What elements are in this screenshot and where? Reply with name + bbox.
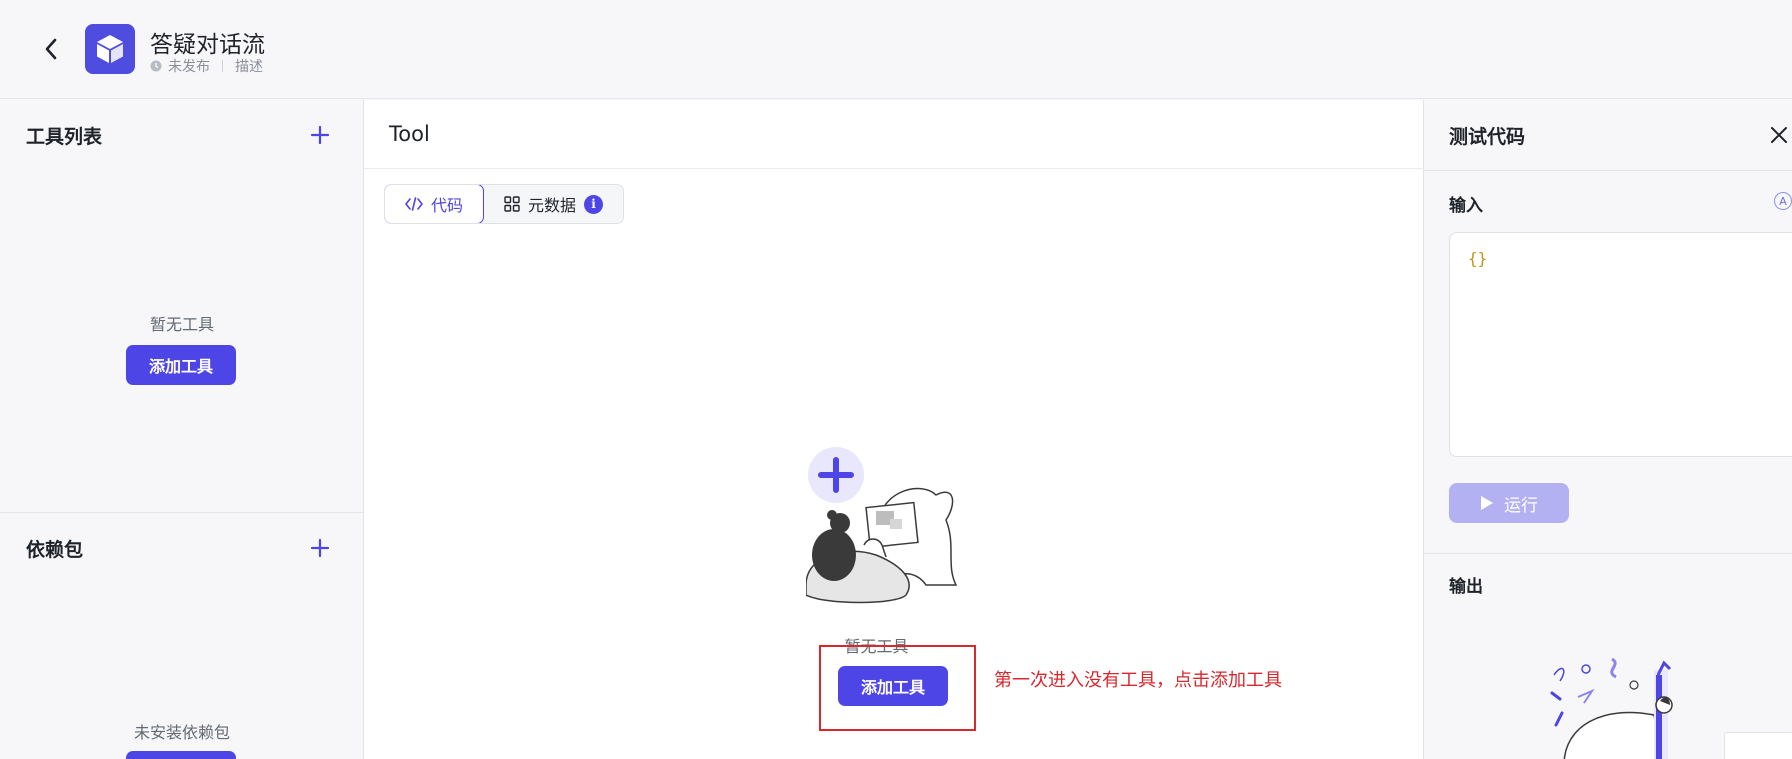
tab-code[interactable]: 代码: [385, 185, 485, 223]
clock-icon: [150, 60, 162, 72]
right-divider-top: [1424, 170, 1792, 171]
minimap-thumbnail[interactable]: [1724, 732, 1792, 759]
left-divider: [0, 512, 364, 513]
info-icon[interactable]: i: [584, 194, 604, 214]
annotation-text: 第一次进入没有工具，点击添加工具: [994, 670, 1282, 691]
test-code-title: 测试代码: [1449, 126, 1526, 148]
tools-empty-text: 暂无工具: [149, 315, 214, 334]
left-add-tool-button[interactable]: 添加工具: [126, 345, 236, 385]
app-title: 答疑对话流: [150, 32, 265, 58]
annotation-highlight-box: [819, 645, 976, 731]
right-divider-mid: [1424, 553, 1792, 554]
empty-tools-illustration: [806, 447, 958, 604]
grid-icon: [504, 196, 520, 212]
left-panel: 工具列表 暂无工具 添加工具 依赖包 未安装依赖包: [0, 100, 364, 759]
input-label: 输入: [1449, 196, 1483, 216]
app-meta: 未发布 描述: [150, 56, 263, 76]
output-label: 输出: [1449, 577, 1483, 597]
add-dependency-plus-button[interactable]: [307, 535, 333, 561]
chevron-left-icon: [45, 38, 57, 60]
run-button-label: 运行: [1504, 495, 1538, 516]
back-button[interactable]: [36, 34, 66, 64]
tab-metadata-label: 元数据: [528, 196, 577, 215]
format-icon[interactable]: A: [1774, 192, 1792, 210]
description-link[interactable]: 描述: [235, 56, 263, 76]
tab-metadata[interactable]: 元数据 i: [484, 185, 623, 223]
center-divider: [364, 168, 1424, 169]
plus-icon: [310, 125, 330, 145]
code-icon: [405, 197, 423, 211]
app-logo: [85, 24, 135, 74]
meta-separator: [222, 60, 223, 72]
add-tool-plus-button[interactable]: [307, 122, 333, 148]
editor-tabs: 代码 元数据 i: [384, 184, 625, 224]
plus-icon: [310, 538, 330, 558]
add-dependency-button[interactable]: [126, 751, 236, 759]
input-editor[interactable]: {}: [1449, 232, 1792, 457]
dependencies-title: 依赖包: [26, 539, 84, 561]
editor-title: Tool: [389, 122, 430, 146]
run-button[interactable]: 运行: [1449, 483, 1569, 523]
cube-icon: [97, 35, 123, 63]
dependencies-empty-text: 未安装依赖包: [133, 723, 230, 742]
right-panel: 测试代码 输入 A {} 运行 输出: [1424, 100, 1792, 759]
publish-status: 未发布: [168, 59, 210, 75]
play-icon: [1481, 496, 1493, 510]
empty-output-illustration: [1550, 657, 1673, 759]
tab-code-label: 代码: [431, 196, 464, 215]
close-button[interactable]: [1766, 122, 1792, 148]
center-panel: Tool 代码 元数据 i 暂无工具 添加工具 第一次进入没有工具，点击添加工具: [364, 100, 1424, 759]
header: 答疑对话流 未发布 描述: [0, 0, 1792, 99]
input-editor-value: {}: [1468, 249, 1488, 268]
tools-list-title: 工具列表: [26, 126, 103, 148]
close-icon: [1771, 127, 1787, 143]
